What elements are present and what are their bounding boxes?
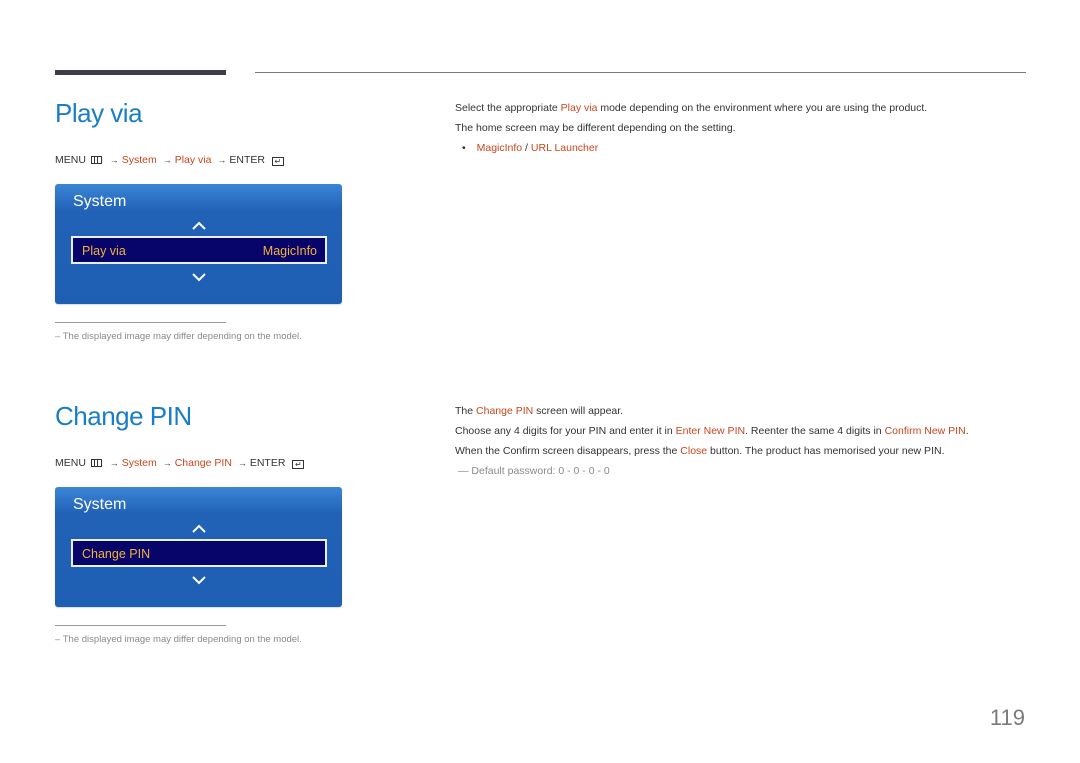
menu-path-change-pin-item[interactable]: Change PIN — [175, 457, 232, 469]
play-via-options-bullet: • MagicInfo / URL Launcher — [462, 142, 598, 154]
option-url-launcher: URL Launcher — [530, 142, 599, 154]
highlight-change-pin: Change PIN — [476, 405, 534, 417]
change-pin-description-line3: When the Confirm screen disappears, pres… — [455, 445, 944, 457]
text: button. The product has memorised your n… — [707, 445, 945, 457]
image-note: – The displayed image may differ dependi… — [55, 331, 302, 342]
menu-path-system[interactable]: System — [122, 457, 157, 469]
menu-icon — [90, 156, 102, 164]
text: mode depending on the environment where … — [597, 102, 928, 114]
menu-path-play-via: MENU → System → Play via → ENTER ↵ — [55, 154, 284, 166]
menu-path-play-via-item[interactable]: Play via — [175, 154, 212, 166]
note-rule — [55, 625, 226, 626]
osd-row-play-via[interactable]: Play via MagicInfo — [71, 236, 327, 264]
menu-path-system[interactable]: System — [122, 154, 157, 166]
page-number: 119 — [989, 705, 1025, 730]
section-title-play-via: Play via — [55, 98, 143, 128]
enter-icon: ↵ — [271, 157, 284, 166]
text: screen will appear. — [533, 405, 624, 417]
bullet-icon: • — [462, 142, 466, 154]
chevron-up-icon[interactable] — [191, 220, 207, 232]
highlight-confirm-new-pin: Confirm New PIN — [884, 425, 966, 437]
osd-row-label: Change PIN — [82, 547, 151, 561]
osd-row-change-pin[interactable]: Change PIN — [71, 539, 327, 567]
arrow-icon: → — [109, 458, 119, 468]
menu-label: MENU — [55, 457, 86, 469]
arrow-icon: → — [109, 155, 119, 165]
enter-icon: ↵ — [292, 460, 305, 469]
arrow-icon: → — [162, 155, 172, 165]
osd-row-value: MagicInfo — [262, 244, 317, 258]
change-pin-description-line1: The Change PIN screen will appear. — [455, 405, 623, 417]
osd-menu-change-pin: System Change PIN — [55, 487, 342, 607]
note-rule — [55, 322, 226, 323]
text: Select the appropriate — [455, 102, 561, 114]
osd-menu-play-via: System Play via MagicInfo — [55, 184, 342, 304]
chevron-down-icon[interactable] — [191, 271, 207, 283]
osd-title: System — [73, 193, 127, 210]
play-via-description-line2: The home screen may be different dependi… — [455, 122, 736, 134]
enter-label: ENTER — [249, 457, 286, 469]
option-magicinfo: MagicInfo — [476, 142, 523, 154]
menu-icon — [90, 459, 102, 467]
play-via-description-line1: Select the appropriate Play via mode dep… — [455, 102, 927, 114]
section-title-change-pin: Change PIN — [55, 401, 192, 431]
image-note: – The displayed image may differ dependi… — [55, 634, 302, 645]
osd-row-label: Play via — [82, 244, 126, 258]
enter-label: ENTER — [229, 154, 265, 166]
arrow-icon: → — [237, 458, 247, 468]
header-rule-thin — [255, 72, 1026, 73]
text: Choose any 4 digits for your PIN and ent… — [455, 425, 676, 437]
chevron-down-icon[interactable] — [191, 574, 207, 586]
header-rule-thick — [55, 70, 226, 75]
text: . Reenter the same 4 digits in — [745, 425, 885, 437]
chevron-up-icon[interactable] — [191, 523, 207, 535]
text: . — [965, 425, 969, 437]
arrow-icon: → — [162, 458, 172, 468]
highlight-enter-new-pin: Enter New PIN — [675, 425, 746, 437]
highlight-play-via: Play via — [560, 102, 598, 114]
osd-title: System — [73, 496, 127, 513]
text: The — [455, 405, 477, 417]
option-separator: / — [522, 142, 531, 154]
highlight-close: Close — [680, 445, 708, 457]
text: When the Confirm screen disappears, pres… — [455, 445, 681, 457]
menu-path-change-pin: MENU → System → Change PIN → ENTER ↵ — [55, 457, 305, 469]
arrow-icon: → — [217, 155, 227, 165]
change-pin-description-line2: Choose any 4 digits for your PIN and ent… — [455, 425, 969, 437]
menu-label: MENU — [55, 154, 86, 166]
default-password-note: ― Default password: 0 - 0 - 0 - 0 — [458, 465, 610, 477]
